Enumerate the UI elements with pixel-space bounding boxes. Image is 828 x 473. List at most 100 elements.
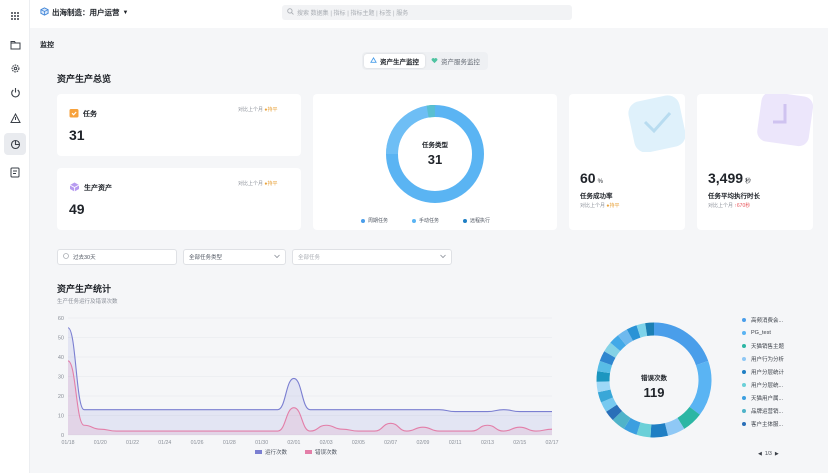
x-tick-label: 02/11 [449, 440, 462, 446]
x-tick-label: 01/22 [126, 440, 139, 446]
task-type-value: 全部任务类型 [189, 255, 223, 261]
task-select[interactable]: 全部任务 [292, 249, 452, 265]
donut-segment [612, 410, 631, 429]
workspace-switcher[interactable]: 出海制造：用户运营 ▼ [40, 7, 128, 18]
legend-label: PG_test [751, 329, 771, 336]
legend-item[interactable]: 远程执行 [463, 217, 490, 224]
workspace-name: 出海制造：用户运营 [52, 8, 120, 17]
legend-item[interactable]: 客户主体服... [742, 417, 784, 430]
y-tick-label: 50 [58, 336, 64, 342]
legend-item-error[interactable]: 错误次数 [305, 448, 337, 456]
task-card: 任务 对比上个月 ●持平 31 [57, 94, 301, 156]
legend-item[interactable]: 用户分层统... [742, 378, 784, 391]
x-tick-label: 01/18 [62, 440, 75, 446]
date-range-picker[interactable]: 过去30天 [57, 249, 177, 265]
legend-item[interactable]: 天猫用户属... [742, 391, 784, 404]
legend-dot [412, 218, 417, 223]
report-icon[interactable] [7, 164, 23, 180]
asset-label-text: 生产资产 [84, 185, 112, 192]
grid-icon[interactable] [7, 8, 23, 24]
legend-label: 客户主体服... [751, 421, 784, 428]
series-area [68, 327, 552, 435]
x-tick-label: 02/13 [481, 440, 494, 446]
legend-dot [742, 330, 746, 335]
series-line [67, 327, 552, 413]
x-tick-label: 01/26 [191, 440, 204, 446]
duration-unit: 秒 [745, 179, 752, 185]
legend-label: 周期任务 [368, 218, 389, 224]
legend-item[interactable]: 品牌运营销... [742, 404, 784, 417]
search-placeholder: 搜索 数据集 | 指标 | 指标主题 | 标签 | 服务 [297, 11, 409, 17]
y-tick-label: 10 [58, 414, 64, 420]
donut-segment [636, 422, 652, 438]
legend-item[interactable]: 周期任务 [361, 217, 388, 224]
legend-item[interactable]: 手动任务 [412, 217, 439, 224]
legend-label: 天猫销售主题 [751, 343, 785, 350]
legend-swatch [255, 450, 262, 454]
app-root: 出海制造：用户运营 ▼ 搜索 数据集 | 指标 | 指标主题 | 标签 | 服务… [0, 0, 828, 473]
next-page-icon[interactable]: ▶ [775, 451, 779, 457]
legend-dot [742, 369, 746, 374]
folder-icon[interactable] [7, 37, 23, 53]
sidebar [0, 0, 30, 473]
legend-item[interactable]: 用户分层统计 [742, 365, 784, 378]
donut-segment [599, 351, 616, 366]
donut-segment [645, 322, 655, 337]
donut-segment [610, 335, 627, 352]
legend-dot [742, 317, 746, 322]
legend-label: 手动任务 [419, 218, 440, 224]
legend-label: 运行次数 [265, 450, 288, 456]
donut-segment [650, 423, 669, 438]
chevron-down-icon [274, 254, 280, 261]
legend-item[interactable]: 用户行为分析 [742, 352, 784, 365]
legend-item[interactable]: 天猫销售主题 [742, 339, 784, 352]
chevron-down-icon: ▼ [122, 9, 129, 16]
y-tick-label: 60 [58, 316, 64, 322]
legend-label: 用户行为分析 [751, 356, 785, 363]
y-tick-label: 20 [58, 394, 64, 400]
stats-subtitle: 生产任务运行及错误次数 [57, 299, 118, 305]
legend-label: 远程执行 [470, 218, 491, 224]
task-icon [69, 108, 79, 120]
legend-item-run[interactable]: 运行次数 [255, 448, 287, 456]
duration-number: 3,499 [708, 170, 744, 186]
x-tick-label: 01/28 [223, 440, 236, 446]
task-compare: 对比上个月 ●持平 [238, 106, 277, 113]
warning-icon[interactable] [7, 110, 23, 126]
task-value: 全部任务 [298, 255, 321, 261]
legend-item[interactable]: PG_test [742, 326, 784, 339]
overview-title: 资产生产总览 [57, 74, 112, 84]
donut-segment [597, 360, 613, 374]
asset-card: 生产资产 对比上个月 ●持平 49 [57, 168, 301, 230]
donut-segment [623, 417, 641, 435]
legend-item[interactable]: 高频消费会... [742, 313, 784, 326]
error-legend: 高频消费会... PG_test 天猫销售主题 用户行为分析 用户分层统计 用户… [742, 313, 784, 430]
x-tick-label: 01/24 [158, 440, 171, 446]
task-type-card: 任务类型 31 周期任务 手动任务 远程执行 [313, 94, 557, 230]
compare-value: ↑670秒 [734, 203, 751, 209]
compare-value: 持平 [267, 181, 278, 187]
donut-center-value: 31 [427, 152, 443, 167]
y-tick-label: 30 [58, 375, 64, 381]
donut-segment [677, 406, 700, 429]
stats-title: 资产生产统计 [57, 284, 112, 294]
search-icon [287, 8, 294, 17]
gear-icon[interactable] [7, 60, 23, 76]
tab-service-monitor[interactable]: 资产服务监控 [425, 54, 486, 68]
task-type-select[interactable]: 全部任务类型 [183, 249, 286, 265]
task-type-legend: 周期任务 手动任务 远程执行 [361, 217, 490, 224]
legend-label: 用户分层统... [751, 382, 784, 389]
y-tick-label: 0 [61, 433, 64, 439]
clock-badge-icon [757, 94, 813, 147]
tab-production-monitor[interactable]: 资产生产监控 [364, 54, 425, 68]
compare-label: 对比上个月 [238, 181, 264, 187]
top-bar: 出海制造：用户运营 ▼ 搜索 数据集 | 指标 | 指标主题 | 标签 | 服务 [30, 0, 828, 28]
success-rate-compare: 对比上个月 ●持平 [580, 202, 619, 209]
avg-duration-label: 任务平均执行时长 [708, 193, 760, 200]
pie-icon[interactable] [4, 133, 26, 155]
power-icon[interactable] [7, 84, 23, 100]
prev-page-icon[interactable]: ◀ [758, 451, 762, 457]
donut-segment [636, 323, 648, 338]
chevron-down-icon [440, 254, 446, 261]
search-bar[interactable]: 搜索 数据集 | 指标 | 指标主题 | 标签 | 服务 [282, 5, 572, 20]
